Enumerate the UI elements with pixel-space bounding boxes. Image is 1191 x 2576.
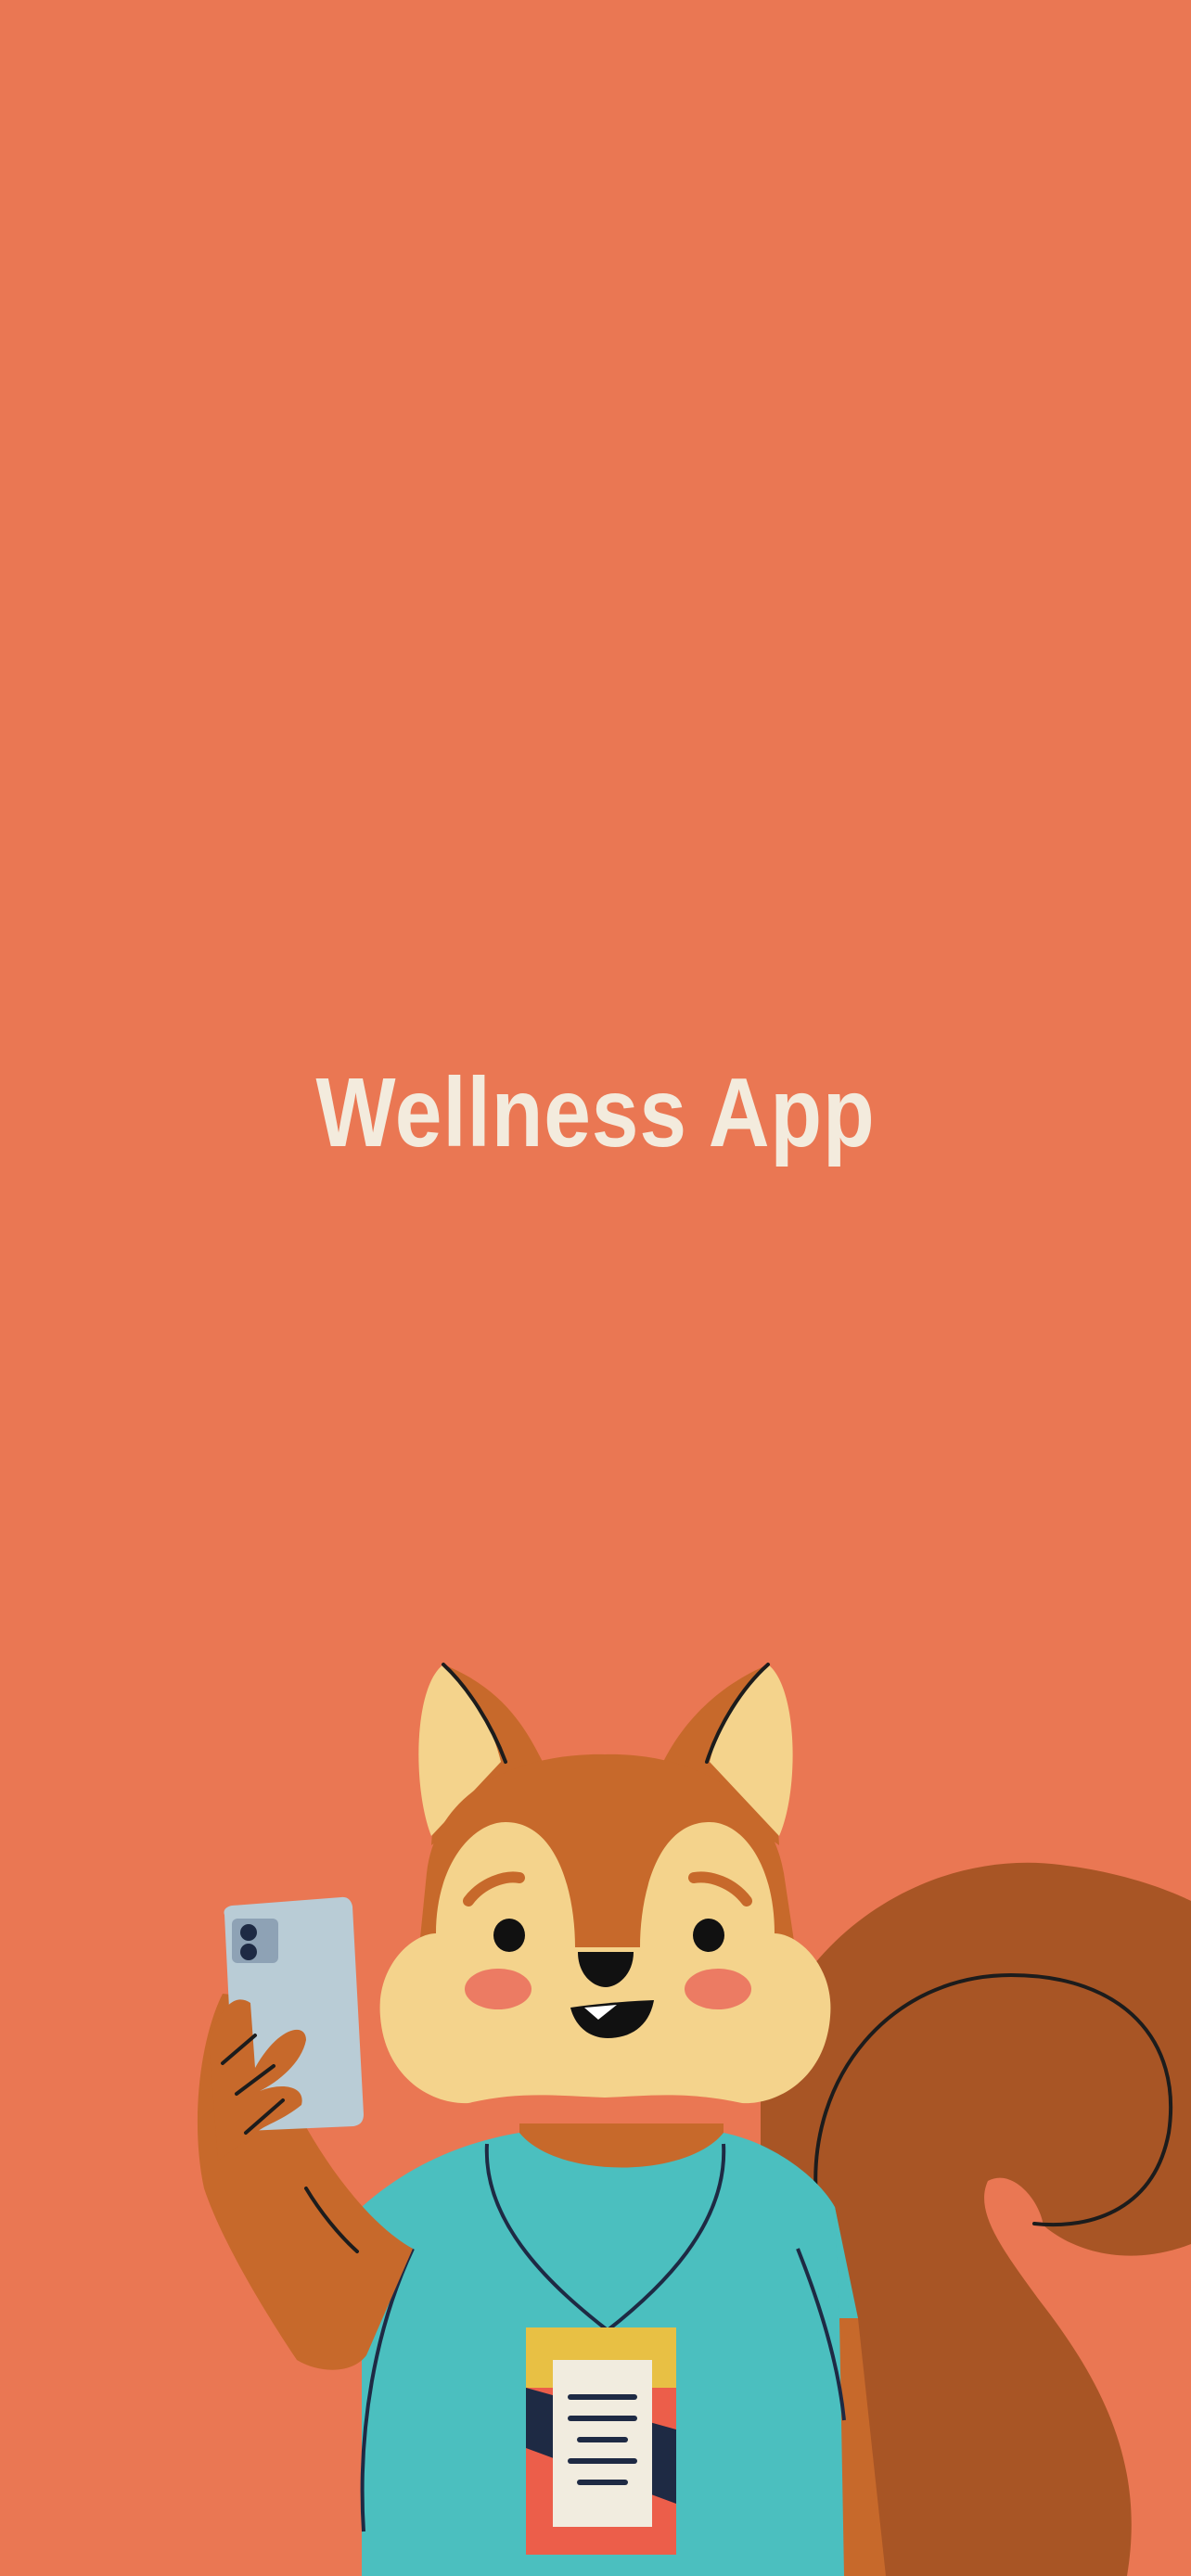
splash-screen: Wellness App xyxy=(0,0,1191,2576)
squirrel-arm-with-phone xyxy=(197,1896,413,2370)
squirrel-mascot-illustration xyxy=(197,1663,1191,2576)
left-eye-icon xyxy=(493,1919,525,1952)
squirrel-body xyxy=(360,2123,886,2576)
squirrel-head xyxy=(379,1663,831,2104)
app-title: Wellness App xyxy=(315,1058,876,1167)
right-eye-icon xyxy=(693,1919,724,1952)
